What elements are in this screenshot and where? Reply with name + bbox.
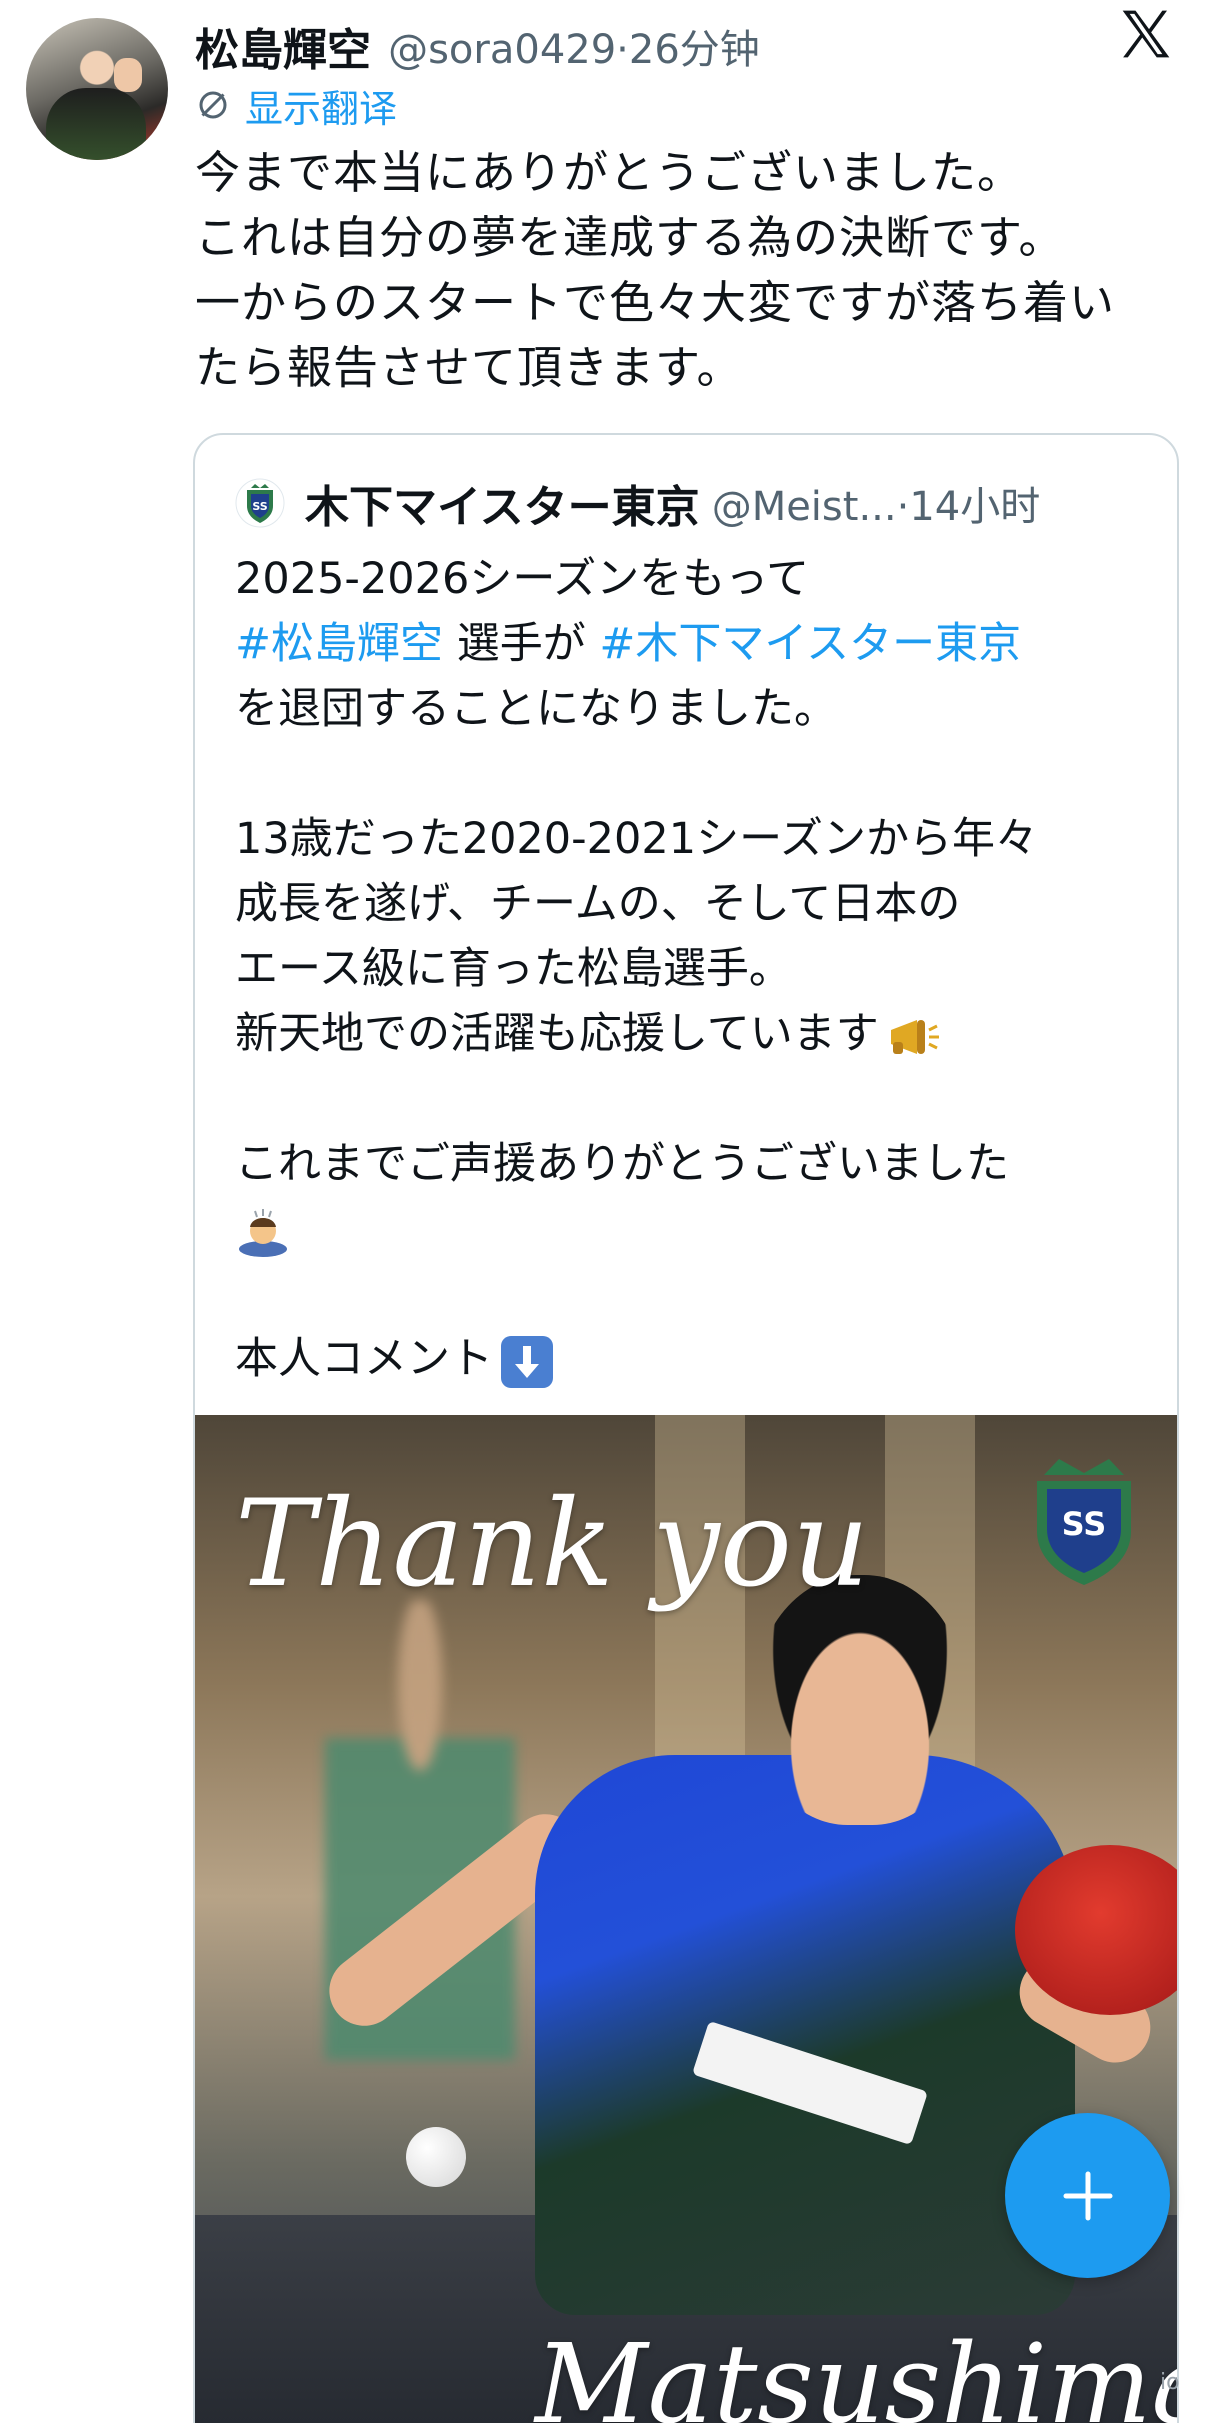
hashtag-link[interactable]: #松島輝空 xyxy=(235,619,443,669)
team-crest-icon: SS xyxy=(1037,1459,1131,1585)
quote-line: 本人コメント xyxy=(235,1327,1155,1392)
ping-pong-ball xyxy=(406,2127,466,2187)
quote-text-fragment: 選手が xyxy=(443,619,600,669)
author-display-name[interactable]: 松島輝空 xyxy=(195,25,371,76)
quote-line: 新天地での活躍も応援しています xyxy=(235,1002,1155,1067)
quoted-tweet-time: 14小时 xyxy=(909,484,1041,530)
quoted-tweet[interactable]: SS 木下マイスター東京 @Meist...·14小时 2025-2026シーズ… xyxy=(193,433,1179,2423)
quoted-author-name[interactable]: 木下マイスター東京 xyxy=(305,471,700,535)
quote-text-fragment: 本人コメント xyxy=(235,1334,493,1384)
show-translation-link[interactable]: 显示翻译 xyxy=(195,78,397,133)
player-jersey xyxy=(535,1755,1075,2315)
avatar-shirt xyxy=(46,88,146,160)
svg-text:SS: SS xyxy=(1062,1505,1107,1543)
down-arrow-icon xyxy=(501,1335,553,1388)
quoted-author-handle[interactable]: @Meist... xyxy=(712,484,897,530)
quote-line xyxy=(235,1197,1155,1262)
person-bowing-icon xyxy=(239,1208,287,1257)
tweet-line: 一からのスタートで色々大変ですが落ち着い xyxy=(195,276,1116,329)
quoted-author-meta: @Meist...·14小时 xyxy=(712,474,1041,532)
compose-button[interactable] xyxy=(1005,2113,1170,2278)
svg-text:SS: SS xyxy=(252,500,267,513)
tweet-line: 今まで本当にありがとうございました。 xyxy=(195,146,1024,199)
tweet-line: これは自分の夢を達成する為の決断です。 xyxy=(195,211,1065,264)
team-logo-icon[interactable]: SS xyxy=(235,478,285,528)
show-translation-label[interactable]: 显示翻译 xyxy=(245,78,397,133)
x-logo-icon[interactable] xyxy=(1118,6,1174,62)
quote-line: 2025-2026シーズンをもって xyxy=(235,554,810,604)
quote-line: #松島輝空 選手が #木下マイスター東京 xyxy=(235,612,1155,677)
tweet-photo[interactable]: SS Thank you Matsushima xyxy=(195,1415,1177,2423)
plus-icon xyxy=(1063,2171,1112,2220)
author-handle[interactable]: @sora0429 xyxy=(388,27,616,73)
quoted-tweet-header: SS 木下マイスター東京 @Meist...·14小时 xyxy=(235,473,1040,533)
translate-icon xyxy=(199,91,227,119)
quote-line: 13歳だった2020-2021シーズンから年々 xyxy=(235,814,1038,864)
tweet-body: 今まで本当にありがとうございました。 これは自分の夢を達成する為の決断です。 一… xyxy=(195,140,1185,400)
avatar-hand xyxy=(114,58,142,92)
quote-line: これまでご声援ありがとうございました xyxy=(235,1139,1009,1189)
photo-headline: Thank you xyxy=(235,1475,870,1614)
tweet-header: 松島輝空 @sora0429·26分钟 xyxy=(195,14,1095,76)
quote-line: を退団することになりました。 xyxy=(235,684,837,734)
corner-watermark: io xyxy=(1160,2370,1180,2395)
author-avatar[interactable] xyxy=(26,18,168,160)
author-meta: @sora0429·26分钟 xyxy=(388,27,760,73)
quote-line: 成長を遂げ、チームの、そして日本の xyxy=(235,879,961,929)
tweet-line: たら報告させて頂きます。 xyxy=(195,341,743,394)
hashtag-link[interactable]: #木下マイスター東京 xyxy=(599,619,1021,669)
quoted-tweet-body: 2025-2026シーズンをもって #松島輝空 選手が #木下マイスター東京 を… xyxy=(235,547,1155,1392)
quote-line: エース級に育った松島選手。 xyxy=(235,944,792,994)
photo-player-name: Matsushima xyxy=(535,2320,1177,2423)
tweet-page: 松島輝空 @sora0429·26分钟 显示翻译 今まで本当にありがとうございま… xyxy=(0,0,1206,2423)
meta-separator: · xyxy=(616,27,629,73)
quote-text-fragment: 新天地での活躍も応援しています xyxy=(235,1009,879,1059)
tweet-time[interactable]: 26分钟 xyxy=(629,27,760,73)
meta-separator: · xyxy=(896,484,910,530)
megaphone-icon xyxy=(890,1019,939,1054)
